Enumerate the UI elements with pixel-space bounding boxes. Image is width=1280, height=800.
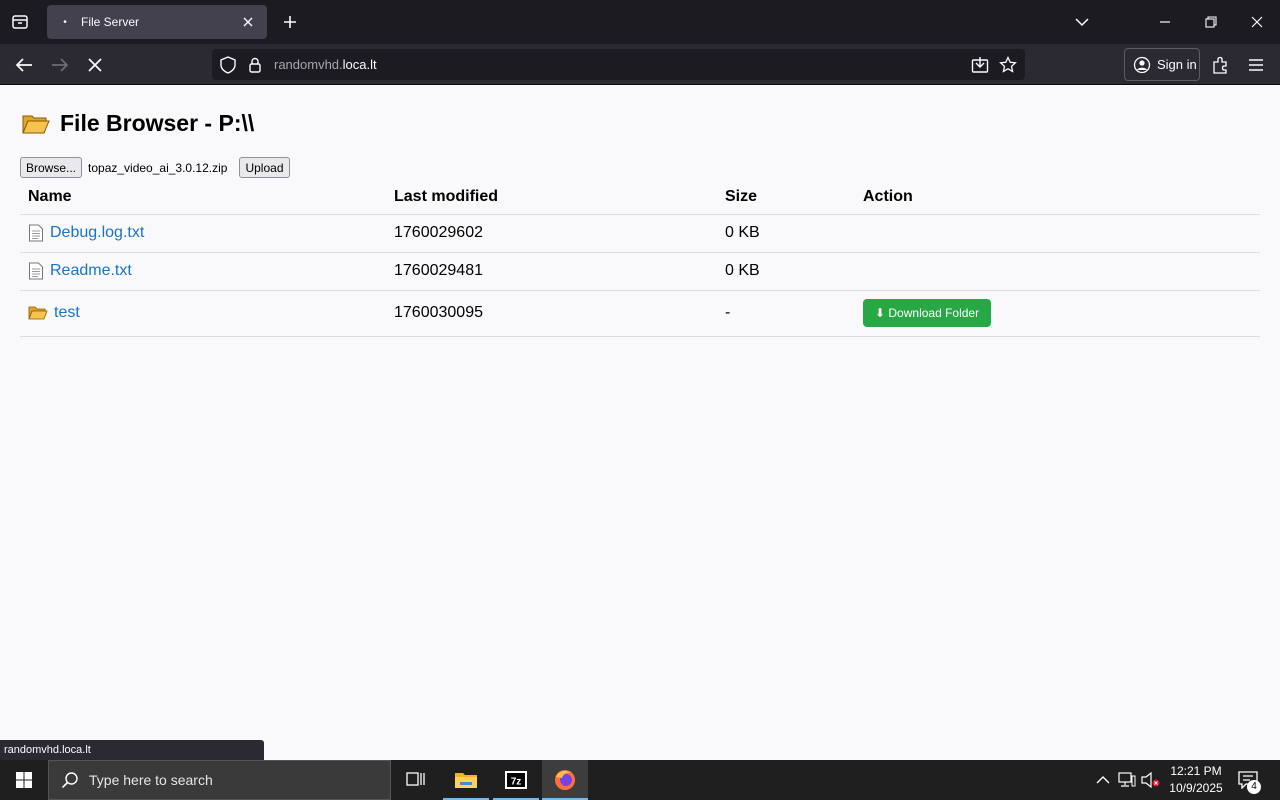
volume-muted-icon[interactable] <box>1141 770 1161 790</box>
windows-start-icon[interactable] <box>0 760 48 800</box>
sign-in-label: Sign in <box>1157 57 1197 72</box>
action-cell <box>855 252 1260 291</box>
url-bar[interactable]: randomvhd.loca.lt <box>212 49 1025 80</box>
stop-loading-icon[interactable] <box>82 52 108 78</box>
tab-file-server[interactable]: • File Server <box>47 5 267 39</box>
taskbar-clock[interactable]: 12:21 PM 10/9/2025 <box>1164 763 1228 797</box>
back-arrow-icon[interactable] <box>11 52 37 78</box>
close-icon[interactable] <box>239 13 257 31</box>
table-header-row: Name Last modified Size Action <box>20 180 1260 215</box>
search-icon <box>61 772 78 789</box>
size-cell: - <box>717 290 855 337</box>
file-link[interactable]: Readme.txt <box>50 262 132 280</box>
column-header-action: Action <box>855 180 1260 215</box>
star-bookmark-icon[interactable] <box>998 55 1018 75</box>
selected-file-name: topaz_video_ai_3.0.12.zip <box>88 160 228 175</box>
tab-list-icon[interactable] <box>8 10 32 34</box>
status-link-preview: randomvhd.loca.lt <box>0 740 264 760</box>
shield-icon[interactable] <box>218 55 238 75</box>
url-text: randomvhd.loca.lt <box>274 57 377 72</box>
svg-text:7z: 7z <box>511 777 522 788</box>
modified-cell: 1760030095 <box>386 290 717 337</box>
browse-button[interactable]: Browse... <box>20 157 83 178</box>
download-page-icon[interactable] <box>970 55 990 75</box>
upload-button[interactable]: Upload <box>239 157 290 178</box>
modified-cell: 1760029481 <box>386 252 717 291</box>
sign-in-button[interactable]: Sign in <box>1124 48 1200 81</box>
modified-cell: 1760029602 <box>386 214 717 253</box>
windows-taskbar: Type here to search 7z 12:21 PM 10/9/202… <box>0 760 1280 800</box>
clock-date: 10/9/2025 <box>1169 781 1223 795</box>
notification-count-badge: 4 <box>1247 780 1261 794</box>
text-file-icon <box>29 224 43 242</box>
clock-time: 12:21 PM <box>1170 764 1222 778</box>
action-cell <box>855 214 1260 253</box>
folder-icon <box>28 306 48 320</box>
page-heading: File Browser - P:\\ <box>60 110 255 136</box>
table-row: Readme.txt 1760029481 0 KB <box>20 252 1260 291</box>
new-tab-icon[interactable] <box>278 10 302 34</box>
loading-dot-icon: • <box>63 16 67 28</box>
taskbar-search-input[interactable]: Type here to search <box>48 760 391 800</box>
tray-chevron-up-icon[interactable] <box>1093 770 1113 790</box>
firefox-icon[interactable] <box>542 760 588 800</box>
file-explorer-icon[interactable] <box>443 760 489 800</box>
table-row: test 1760030095 - ⬇ Download Folder <box>20 290 1260 337</box>
size-cell: 0 KB <box>717 252 855 291</box>
column-header-size[interactable]: Size <box>717 180 855 215</box>
chevron-down-icon[interactable] <box>1068 8 1096 36</box>
window-close-icon[interactable] <box>1243 8 1271 36</box>
account-icon <box>1133 56 1151 73</box>
tab-title: File Server <box>81 15 140 29</box>
menu-hamburger-icon[interactable] <box>1243 52 1269 78</box>
download-folder-button[interactable]: ⬇ Download Folder <box>863 299 992 327</box>
browser-navbar: randomvhd.loca.lt Sign in <box>0 44 1280 85</box>
table-row: Debug.log.txt 1760029602 0 KB <box>20 214 1260 253</box>
folder-link[interactable]: test <box>54 304 80 322</box>
lock-icon[interactable] <box>245 55 265 75</box>
open-folder-icon <box>22 115 50 133</box>
size-cell: 0 KB <box>717 214 855 253</box>
minimize-icon[interactable] <box>1151 8 1179 36</box>
search-placeholder: Type here to search <box>89 772 213 788</box>
task-view-icon[interactable] <box>393 760 439 800</box>
column-header-last-modified[interactable]: Last modified <box>386 180 717 215</box>
browser-titlebar: • File Server <box>0 0 1280 44</box>
network-icon[interactable] <box>1117 770 1137 790</box>
seven-zip-icon[interactable]: 7z <box>493 760 539 800</box>
page-content: File Browser - P:\\ Browse... topaz_vide… <box>0 86 1280 760</box>
page-title: File Browser - P:\\ <box>22 110 254 137</box>
text-file-icon <box>29 262 43 280</box>
upload-form: Browse... topaz_video_ai_3.0.12.zip Uplo… <box>20 157 290 178</box>
file-table: Name Last modified Size Action Debug.log… <box>20 180 1260 337</box>
forward-arrow-icon[interactable] <box>47 52 73 78</box>
extensions-icon[interactable] <box>1207 52 1233 78</box>
column-header-name[interactable]: Name <box>20 180 386 215</box>
action-cell: ⬇ Download Folder <box>855 290 1260 337</box>
restore-icon[interactable] <box>1197 8 1225 36</box>
file-link[interactable]: Debug.log.txt <box>50 224 144 242</box>
